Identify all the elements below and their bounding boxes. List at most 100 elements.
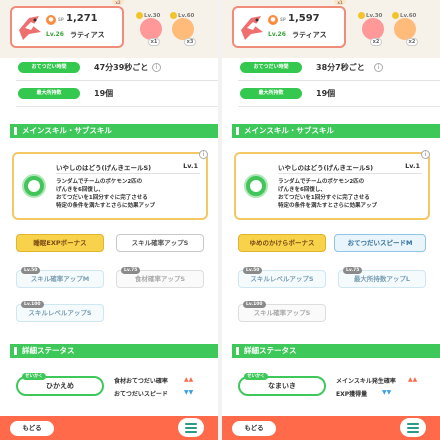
subskill-button[interactable]: おてつだいスピードM xyxy=(334,234,426,252)
description-line: ランダムでチームのポケモン2匹の xyxy=(56,179,143,185)
menu-icon xyxy=(185,431,197,433)
subskill-button-locked[interactable]: Lv.50 スキル確率アップM xyxy=(16,267,104,288)
description-line: おてつだいを1回分すぐに完了させる xyxy=(278,195,370,201)
up-arrows-icon: ▲▲ xyxy=(184,376,194,383)
section-title-skills: メインスキル・サブスキル xyxy=(232,124,440,138)
section-title-details: 詳細ステータス xyxy=(10,344,218,358)
description-line: おてつだいを1回分すぐに完了させる xyxy=(56,195,148,201)
sp-label: SP xyxy=(58,17,64,22)
nature-effect-up: メインスキル発生確率 xyxy=(336,378,396,385)
bottom-bar: もどる xyxy=(0,416,218,440)
main-skill-card[interactable]: i いやしのはどう(げんきエールS) Lv.1 ランダムでチームのポケモン2匹の… xyxy=(12,150,208,220)
menu-icon xyxy=(407,423,419,425)
pokemon-name: ラティアス xyxy=(292,31,327,39)
nature-name: ひかえめ xyxy=(46,382,74,390)
stat-label-max-carry: 最大所持数 xyxy=(18,88,80,99)
subskill-button-locked[interactable]: Lv.50 スキルレベルアップS xyxy=(238,267,326,288)
menu-icon xyxy=(407,427,419,429)
nature-effect-down: おてつだいスピード xyxy=(114,391,168,398)
unlock-level-badge: Lv.50 xyxy=(21,267,41,274)
stat-label-help-time: おてつだい時間 xyxy=(18,62,80,73)
main-skill-name: いやしのはどう(げんきエールS) xyxy=(56,164,152,172)
menu-button[interactable] xyxy=(400,418,426,437)
info-icon[interactable]: i xyxy=(199,150,208,159)
divider xyxy=(56,173,200,174)
sun-icon xyxy=(136,12,143,19)
bottom-bar: もどる xyxy=(222,416,440,440)
pokemon-detail-panel-left: ● SP 1,271 Lv.26 ラティアス x2 Lv.30 x1 Lv.60… xyxy=(0,0,218,440)
pokemon-header-card: ● SP 1,271 Lv.26 ラティアス xyxy=(10,6,124,48)
main-skill-level: Lv.1 xyxy=(405,162,420,170)
nature-effect-down: EXP獲得量 xyxy=(336,391,368,398)
subskill-button[interactable]: スキル確率アップS xyxy=(116,234,204,252)
description-line: げんきを6回復し、 xyxy=(56,187,104,193)
down-arrows-icon: ▼▼ xyxy=(184,389,194,396)
info-icon[interactable]: i xyxy=(374,63,383,72)
sun-icon xyxy=(170,12,177,19)
pokemon-level: Lv.26 xyxy=(268,31,286,38)
subskill-label: スキルレベルアップS xyxy=(250,275,314,283)
subskill-label: 最大所持数アップL xyxy=(353,275,411,283)
subskill-button[interactable]: ゆめのかけらボーナス xyxy=(238,234,326,252)
berry-count: x2 xyxy=(370,38,382,46)
pokemon-detail-panel-right: ● SP 1,597 Lv.26 ラティアス x1 Lv.30 x2 Lv.60… xyxy=(222,0,440,440)
stat-value-max-carry: 19個 xyxy=(316,89,336,98)
info-icon[interactable]: i xyxy=(152,63,161,72)
main-skill-description: ランダムでチームのポケモン2匹の げんきを6回復し、 おてつだいを1回分すぐに完… xyxy=(278,178,377,210)
main-skill-card[interactable]: i いやしのはどう(げんきエールS) Lv.1 ランダムでチームのポケモン2匹の… xyxy=(234,150,430,220)
subskill-button[interactable]: 睡眠EXPボーナス xyxy=(16,234,104,252)
berry-count: x3 xyxy=(184,38,196,46)
berry-icon[interactable] xyxy=(172,18,194,40)
sun-icon xyxy=(358,12,365,19)
menu-icon xyxy=(407,431,419,433)
subskill-button-locked[interactable]: Lv.100 スキル確率アップS xyxy=(238,301,326,322)
subskill-button-locked[interactable]: Lv.75 食材確率アップS xyxy=(116,267,204,288)
divider xyxy=(238,106,440,107)
divider xyxy=(16,80,218,81)
unlock-level-badge: Lv.50 xyxy=(243,267,263,274)
back-button[interactable]: もどる xyxy=(10,421,54,436)
pokemon-header-card: ● SP 1,597 Lv.26 ラティアス xyxy=(232,6,346,48)
tab-badge: x2 xyxy=(112,0,124,5)
divider xyxy=(278,173,422,174)
nature-pill[interactable]: せいかく なまいき xyxy=(238,373,326,396)
unlock-level-badge: Lv.75 xyxy=(343,267,363,274)
up-arrows-icon: ▲▲ xyxy=(408,376,418,383)
subskill-label: スキルレベルアップS xyxy=(28,309,92,317)
main-skill-description: ランダムでチームのポケモン2匹の げんきを6回復し、 おてつだいを1回分すぐに完… xyxy=(56,178,155,210)
back-button[interactable]: もどる xyxy=(232,421,276,436)
smile-icon xyxy=(244,174,268,198)
nature-pill[interactable]: せいかく ひかえめ xyxy=(16,373,104,396)
divider xyxy=(16,106,218,107)
nature-effect-up: 食材おてつだい確率 xyxy=(114,378,168,385)
nature-tag: せいかく xyxy=(244,373,268,380)
divider xyxy=(238,80,440,81)
energy-value: 1,271 xyxy=(66,13,98,24)
section-title-skills: メインスキル・サブスキル xyxy=(10,124,218,138)
menu-icon xyxy=(185,423,197,425)
pokemon-name: ラティアス xyxy=(70,31,105,39)
subskill-label: 食材確率アップS xyxy=(134,275,186,283)
stat-value-help-time: 38分7秒ごと xyxy=(316,63,365,72)
info-icon[interactable]: i xyxy=(421,150,430,159)
berry-icon[interactable] xyxy=(140,18,162,40)
berry-icon[interactable] xyxy=(394,18,416,40)
nature-name: なまいき xyxy=(268,382,296,390)
menu-button[interactable] xyxy=(178,418,204,437)
description-line: げんきを6回復し、 xyxy=(278,187,326,193)
stat-label-max-carry: 最大所持数 xyxy=(240,88,302,99)
stat-label-help-time: おてつだい時間 xyxy=(240,62,302,73)
main-skill-level: Lv.1 xyxy=(183,162,198,170)
subskill-button-locked[interactable]: Lv.100 スキルレベルアップS xyxy=(16,301,104,322)
unlock-level-badge: Lv.100 xyxy=(21,301,44,308)
energy-value: 1,597 xyxy=(288,13,320,24)
subskill-button-locked[interactable]: Lv.75 最大所持数アップL xyxy=(338,267,426,288)
subskill-label: スキル確率アップM xyxy=(30,275,90,283)
berry-icon[interactable] xyxy=(362,18,384,40)
section-title-details: 詳細ステータス xyxy=(232,344,440,358)
stat-value-max-carry: 19個 xyxy=(94,89,114,98)
subskill-label: スキル確率アップS xyxy=(253,309,311,317)
stat-value-help-time: 47分39秒ごと xyxy=(94,63,149,72)
unlock-level-badge: Lv.100 xyxy=(243,301,266,308)
smile-icon xyxy=(22,174,46,198)
